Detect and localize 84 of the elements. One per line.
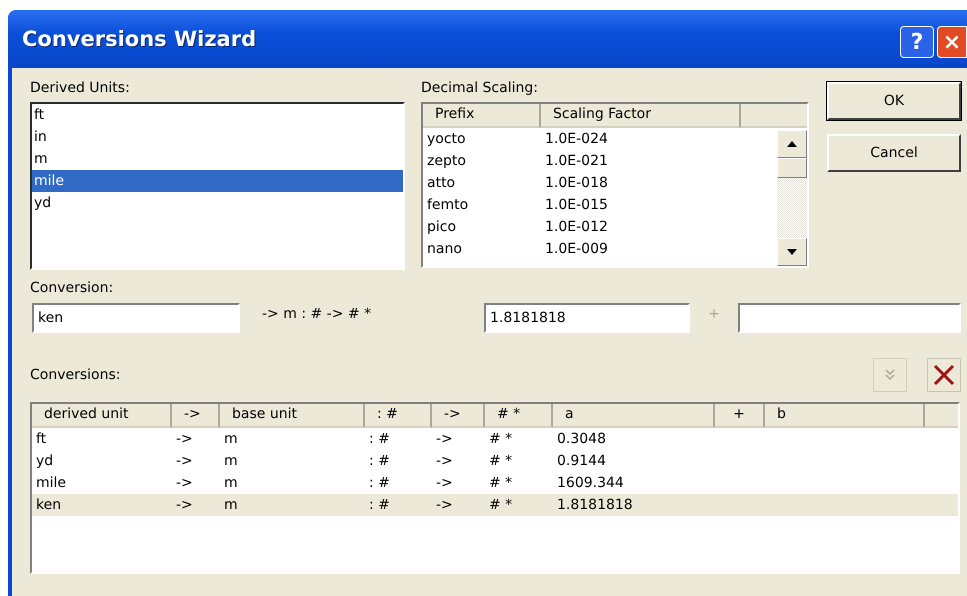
table-cell-text: # * bbox=[488, 430, 514, 449]
table-cell-text: 1.0E-021 bbox=[544, 152, 609, 171]
list-item[interactable]: in bbox=[32, 126, 403, 148]
derived-units-label: Derived Units: bbox=[30, 80, 131, 96]
table-cell-text: pico bbox=[426, 218, 458, 237]
table-cell-text: -> bbox=[435, 496, 454, 515]
plus-label: + bbox=[707, 306, 721, 322]
table-cell-text: atto bbox=[426, 174, 456, 193]
table-cell-text: 1609.344 bbox=[556, 474, 625, 493]
scrollbar[interactable] bbox=[777, 130, 807, 266]
table-cell-text: yd bbox=[35, 452, 54, 471]
conversions-label: Conversions: bbox=[30, 367, 121, 383]
column-header[interactable]: Scaling Factor bbox=[541, 104, 741, 128]
table-cell-text: 1.0E-012 bbox=[544, 218, 609, 237]
unit-field[interactable]: ken bbox=[32, 303, 240, 333]
table-cell-text: zepto bbox=[426, 152, 467, 171]
table-cell-text: m bbox=[223, 430, 239, 449]
table-cell-text: : # bbox=[368, 474, 391, 493]
table-cell-text: m bbox=[223, 452, 239, 471]
table-cell-text: -> bbox=[175, 452, 194, 471]
scroll-thumb[interactable] bbox=[777, 158, 807, 178]
table-cell-text: # * bbox=[488, 474, 514, 493]
table-cell-text: -> bbox=[175, 474, 194, 493]
list-item[interactable]: yd bbox=[32, 192, 403, 214]
list-item[interactable]: m bbox=[32, 148, 403, 170]
table-cell-text: 0.9144 bbox=[556, 452, 607, 471]
table-cell-text: 1.0E-018 bbox=[544, 174, 609, 193]
formula-text: -> m : # -> # * bbox=[262, 306, 372, 322]
table-cell-text: ken bbox=[35, 496, 62, 515]
list-item[interactable]: ft bbox=[32, 104, 403, 126]
table-cell-text: 1.0E-009 bbox=[544, 240, 609, 259]
table-cell-text: -> bbox=[435, 452, 454, 471]
column-header[interactable]: -> bbox=[172, 404, 220, 428]
table-cell-text: : # bbox=[368, 496, 391, 515]
table-cell-text: : # bbox=[368, 430, 391, 449]
up-arrow-icon bbox=[786, 140, 798, 148]
scroll-up-button[interactable] bbox=[777, 130, 807, 158]
column-header[interactable]: base unit bbox=[220, 404, 365, 428]
table-cell-text: 1.0E-015 bbox=[544, 196, 609, 215]
delete-button[interactable] bbox=[927, 358, 961, 392]
table-cell-text: : # bbox=[368, 452, 391, 471]
scroll-down-button[interactable] bbox=[777, 238, 807, 266]
table-cell-text: femto bbox=[426, 196, 470, 215]
help-button[interactable]: ? bbox=[900, 26, 934, 58]
factor-field[interactable]: 1.8181818 bbox=[484, 303, 690, 333]
close-button[interactable]: × bbox=[937, 26, 967, 58]
selected-row[interactable]: ken -> m : # -> # * 1.8181818 bbox=[32, 494, 958, 516]
down-arrow-icon bbox=[786, 248, 798, 256]
table-cell-text: m bbox=[223, 496, 239, 515]
column-header[interactable]: Prefix bbox=[423, 104, 541, 128]
table-cell-text: 1.8181818 bbox=[556, 496, 634, 515]
table-cell-text: -> bbox=[175, 496, 194, 515]
table-cell-text: ft bbox=[35, 430, 48, 449]
column-header[interactable]: -> bbox=[432, 404, 485, 428]
column-header[interactable]: # * bbox=[485, 404, 553, 428]
table-cell-text: mile bbox=[35, 474, 68, 493]
column-header[interactable]: a bbox=[553, 404, 715, 428]
table-cell-text: m bbox=[223, 474, 239, 493]
table-cell-text: -> bbox=[435, 430, 454, 449]
offset-field[interactable] bbox=[738, 303, 961, 333]
table-cell-text: -> bbox=[175, 430, 194, 449]
double-chevron-icon bbox=[884, 368, 896, 382]
table-cell-text: yocto bbox=[426, 130, 467, 149]
column-header[interactable]: : # bbox=[365, 404, 432, 428]
table-cell-text: 0.3048 bbox=[556, 430, 607, 449]
table-row[interactable]: mile -> m : # -> # * 1609.344 bbox=[32, 472, 958, 494]
dialog-button[interactable]: Cancel bbox=[827, 134, 961, 172]
dialog-button[interactable]: OK bbox=[827, 82, 961, 120]
list-item[interactable]: mile bbox=[32, 170, 403, 192]
table-cell-text: nano bbox=[426, 240, 463, 259]
table-cell-text: # * bbox=[488, 452, 514, 471]
window-title: Conversions Wizard bbox=[22, 27, 256, 51]
table-cell-text: # * bbox=[488, 496, 514, 515]
column-header[interactable]: derived unit bbox=[32, 404, 172, 428]
column-header[interactable]: b bbox=[765, 404, 925, 428]
table-row[interactable]: yd -> m : # -> # * 0.9144 bbox=[32, 450, 958, 472]
table-row[interactable]: ft -> m : # -> # * 0.3048 bbox=[32, 428, 958, 450]
derived-units-list[interactable]: ft in m mile yd bbox=[30, 102, 405, 270]
column-header[interactable]: + bbox=[715, 404, 765, 428]
table-cell-text: -> bbox=[435, 474, 454, 493]
conversion-label: Conversion: bbox=[30, 280, 114, 296]
table-cell-text: 1.0E-024 bbox=[544, 130, 609, 149]
decimal-scaling-label: Decimal Scaling: bbox=[421, 80, 539, 96]
delete-icon bbox=[932, 363, 956, 387]
